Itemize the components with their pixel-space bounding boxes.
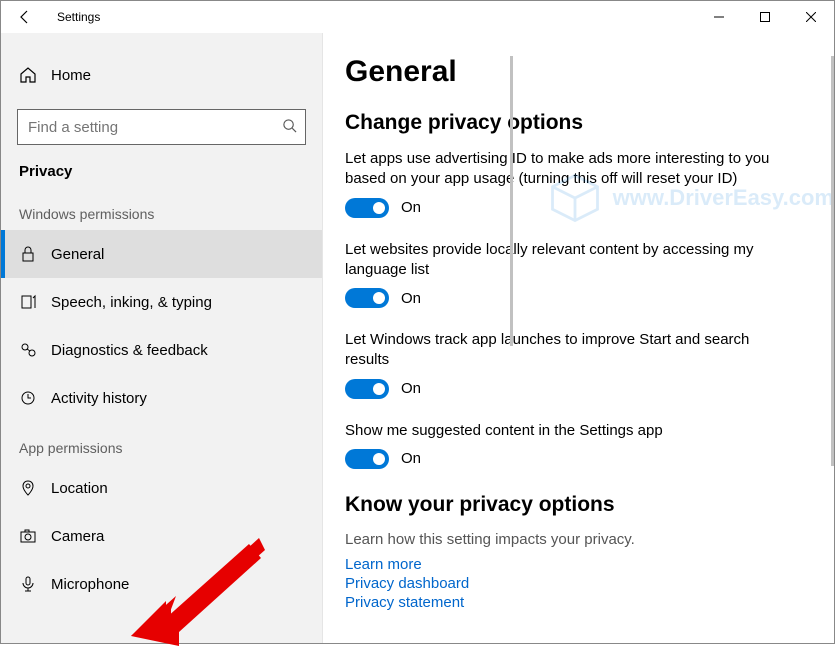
setting-language-list: Let websites provide locally relevant co… <box>345 240 785 309</box>
back-button[interactable] <box>1 1 49 33</box>
setting-desc: Show me suggested content in the Setting… <box>345 421 785 441</box>
setting-desc: Let websites provide locally relevant co… <box>345 240 785 281</box>
titlebar: Settings <box>1 1 834 33</box>
window-controls <box>696 1 834 33</box>
minimize-button[interactable] <box>696 1 742 33</box>
close-button[interactable] <box>788 1 834 33</box>
setting-desc: Let Windows track app launches to improv… <box>345 330 785 371</box>
section-heading-privacy-options: Change privacy options <box>345 111 804 135</box>
sidebar-item-camera[interactable]: Camera <box>1 512 322 560</box>
section-app-permissions: App permissions <box>1 422 322 464</box>
content-area: General Change privacy options Let apps … <box>323 33 834 643</box>
window-title: Settings <box>57 10 100 24</box>
toggle-state-label: On <box>401 380 421 397</box>
sidebar-item-label: Activity history <box>51 390 147 407</box>
lock-icon <box>19 246 37 262</box>
link-privacy-dashboard[interactable]: Privacy dashboard <box>345 575 804 592</box>
setting-advertising-id: Let apps use advertising ID to make ads … <box>345 149 785 218</box>
sidebar-item-speech[interactable]: Speech, inking, & typing <box>1 278 322 326</box>
sidebar-scrollbar[interactable] <box>510 56 513 346</box>
sidebar-category: Privacy <box>1 145 322 188</box>
toggle-language-list[interactable] <box>345 288 389 308</box>
history-icon <box>19 390 37 406</box>
sidebar-item-microphone[interactable]: Microphone <box>1 560 322 608</box>
page-title: General <box>345 55 804 89</box>
know-options-desc: Learn how this setting impacts your priv… <box>345 531 804 548</box>
content-scrollbar[interactable] <box>831 56 834 466</box>
link-learn-more[interactable]: Learn more <box>345 556 804 573</box>
setting-desc: Let apps use advertising ID to make ads … <box>345 149 785 190</box>
search-icon <box>282 118 297 136</box>
toggle-state-label: On <box>401 290 421 307</box>
sidebar: Home Privacy Windows permissions General… <box>1 33 323 643</box>
sidebar-item-location[interactable]: Location <box>1 464 322 512</box>
microphone-icon <box>19 576 37 592</box>
sidebar-item-label: Microphone <box>51 576 129 593</box>
sidebar-item-general[interactable]: General <box>1 230 322 278</box>
toggle-state-label: On <box>401 199 421 216</box>
home-label: Home <box>51 67 91 84</box>
setting-suggested-content: Show me suggested content in the Setting… <box>345 421 785 469</box>
toggle-state-label: On <box>401 450 421 467</box>
search-input[interactable] <box>28 119 297 136</box>
sidebar-item-diagnostics[interactable]: Diagnostics & feedback <box>1 326 322 374</box>
sidebar-item-activity[interactable]: Activity history <box>1 374 322 422</box>
toggle-suggested-content[interactable] <box>345 449 389 469</box>
toggle-track-launches[interactable] <box>345 379 389 399</box>
camera-icon <box>19 528 37 544</box>
link-privacy-statement[interactable]: Privacy statement <box>345 594 804 611</box>
arrow-left-icon <box>17 9 33 25</box>
section-windows-permissions: Windows permissions <box>1 188 322 230</box>
home-icon <box>19 66 37 84</box>
sidebar-item-label: Camera <box>51 528 104 545</box>
pen-icon <box>19 294 37 310</box>
minimize-icon <box>714 12 724 22</box>
sidebar-home[interactable]: Home <box>1 51 322 99</box>
feedback-icon <box>19 342 37 358</box>
toggle-advertising-id[interactable] <box>345 198 389 218</box>
search-box[interactable] <box>17 109 306 145</box>
section-heading-know-options: Know your privacy options <box>345 493 804 517</box>
sidebar-item-label: Diagnostics & feedback <box>51 342 208 359</box>
sidebar-item-label: Speech, inking, & typing <box>51 294 212 311</box>
location-icon <box>19 480 37 496</box>
sidebar-item-label: Location <box>51 480 108 497</box>
maximize-button[interactable] <box>742 1 788 33</box>
maximize-icon <box>760 12 770 22</box>
close-icon <box>806 12 816 22</box>
sidebar-item-label: General <box>51 246 104 263</box>
setting-track-launches: Let Windows track app launches to improv… <box>345 330 785 399</box>
